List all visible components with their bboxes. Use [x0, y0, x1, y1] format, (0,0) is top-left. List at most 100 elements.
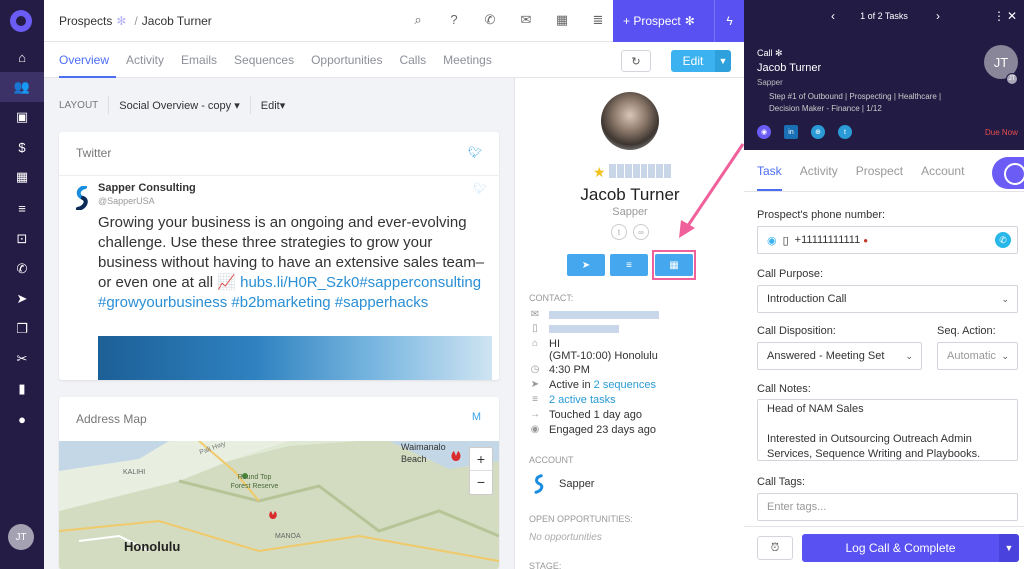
- bolt-button[interactable]: ϟ: [714, 0, 744, 42]
- map-zoom-control: + −: [469, 447, 493, 495]
- home-icon[interactable]: ⌂: [0, 42, 44, 72]
- zoom-out-button[interactable]: −: [470, 471, 492, 494]
- edit-dropdown-toggle[interactable]: ▼: [715, 50, 731, 72]
- tab-opportunities[interactable]: Opportunities: [311, 42, 389, 78]
- prospect-photo[interactable]: [601, 92, 659, 150]
- email-icon[interactable]: ✉: [517, 12, 535, 30]
- tab-account[interactable]: Account: [921, 150, 964, 191]
- tab-sequences[interactable]: Sequences: [234, 42, 301, 78]
- notes-label: Call Notes:: [757, 383, 811, 395]
- call-disposition-value: Answered - Meeting Set: [767, 350, 885, 362]
- add-prospect-button[interactable]: + Prospect ✻: [613, 0, 714, 42]
- seq-action-select[interactable]: Automatic ⌄: [937, 342, 1018, 370]
- tab-emails[interactable]: Emails: [181, 42, 224, 78]
- send-email-button[interactable]: ➤: [567, 254, 605, 276]
- contact-tasks: ≡ 2 active tasks: [529, 394, 616, 406]
- call-tags-input[interactable]: Enter tags...: [757, 493, 1018, 521]
- tasks-icon[interactable]: ≣: [589, 12, 607, 30]
- contact-local-time: ◷ 4:30 PM: [529, 364, 590, 376]
- copy-icon[interactable]: ❐: [0, 314, 44, 344]
- clock-icon: ◷: [530, 364, 540, 375]
- breadcrumb-root[interactable]: Prospects: [59, 14, 112, 28]
- twitter-icon[interactable]: t: [611, 224, 627, 240]
- tab-prospect[interactable]: Prospect: [856, 150, 903, 191]
- user-avatar[interactable]: JT: [8, 524, 34, 550]
- person-icon[interactable]: ●: [0, 404, 44, 434]
- bolt-icon: ϟ: [726, 14, 733, 28]
- link-icon[interactable]: ∞: [633, 224, 649, 240]
- tab-meetings[interactable]: Meetings: [443, 42, 499, 78]
- calendar-icon[interactable]: ▦: [553, 12, 571, 30]
- log-call-dropdown-toggle[interactable]: ▼: [999, 534, 1019, 562]
- tags-label: Call Tags:: [757, 476, 806, 488]
- send-icon[interactable]: ➤: [0, 284, 44, 314]
- tab-task[interactable]: Task: [757, 150, 782, 191]
- engaged-text: Engaged 23 days ago: [549, 424, 657, 436]
- globe-icon[interactable]: ⊕: [811, 125, 825, 139]
- radio-icon[interactable]: ◉: [767, 234, 777, 247]
- stage-label: STAGE:: [529, 561, 562, 569]
- assistant-bubble-icon[interactable]: [992, 157, 1024, 189]
- mobile-icon: ▯: [532, 323, 538, 334]
- add-task-button[interactable]: ≡: [610, 254, 648, 276]
- tweet-image[interactable]: [98, 336, 492, 380]
- redacted-phone: [549, 325, 619, 333]
- outreach-icon[interactable]: ◉: [757, 125, 771, 139]
- twitter-icon[interactable]: 🐦︎: [468, 146, 482, 159]
- phone-icon[interactable]: ✆: [481, 12, 499, 30]
- add-prospect-label: + Prospect: [623, 14, 681, 28]
- log-call-complete-button[interactable]: Log Call & Complete: [802, 534, 999, 562]
- top-actions: ⌕ ? ✆ ✉ ▦ ≣: [409, 12, 607, 30]
- zoom-in-button[interactable]: +: [470, 448, 492, 471]
- linkedin-icon[interactable]: in: [784, 125, 798, 139]
- calendar-icon[interactable]: ▦: [0, 162, 44, 192]
- help-icon[interactable]: ?: [445, 12, 463, 30]
- edit-button[interactable]: Edit: [671, 50, 715, 72]
- search-icon[interactable]: ⌕: [409, 12, 427, 30]
- twitter-icon[interactable]: t: [838, 125, 852, 139]
- chart-icon[interactable]: ▮: [0, 374, 44, 404]
- tab-overview[interactable]: Overview: [59, 42, 117, 78]
- task-prospect-name[interactable]: Jacob Turner: [757, 62, 821, 74]
- tasks-icon: ≡: [626, 259, 632, 271]
- contact-email[interactable]: ✉: [529, 309, 659, 320]
- tasks-link[interactable]: 2 active tasks: [549, 394, 616, 406]
- call-purpose-select[interactable]: Introduction Call ⌄: [757, 285, 1018, 313]
- scissors-icon[interactable]: ✂: [0, 344, 44, 374]
- star-icon[interactable]: ★: [593, 164, 606, 181]
- map[interactable]: Honolulu Round Top Forest Reserve Waiman…: [59, 440, 499, 569]
- refresh-button[interactable]: ↻: [621, 50, 651, 72]
- phone-icon[interactable]: ✆: [0, 254, 44, 284]
- tab-calls[interactable]: Calls: [399, 42, 433, 78]
- call-disposition-select[interactable]: Answered - Meeting Set ⌄: [757, 342, 922, 370]
- tasks-icon[interactable]: ≡: [0, 193, 44, 223]
- outreach-logo-icon[interactable]: [10, 10, 32, 32]
- briefcase-icon[interactable]: ▣: [0, 102, 44, 132]
- snooze-button[interactable]: ⏰︎: [757, 536, 793, 560]
- dollar-icon[interactable]: $: [0, 132, 44, 162]
- tweet-link[interactable]: hubs.li/H0R_Szk0: [240, 274, 359, 291]
- task-type: Call ✻: [757, 48, 783, 59]
- sequences-link[interactable]: 2 sequences: [594, 379, 656, 391]
- tweet-handle[interactable]: @SapperUSA: [98, 196, 155, 206]
- task-header: ‹ 1 of 2 Tasks › ⋮ ✕ Call ✻ Jacob Turner…: [744, 0, 1024, 150]
- call-icon[interactable]: ✆: [995, 232, 1011, 248]
- active-prefix: Active in: [549, 379, 591, 391]
- layout-select[interactable]: Social Overview - copy ▾: [119, 99, 239, 112]
- people-icon[interactable]: 👥: [0, 72, 44, 102]
- more-options-icon[interactable]: ⋮: [993, 9, 1005, 23]
- contact-phone[interactable]: ▯: [529, 323, 619, 334]
- phone-field[interactable]: ◉ ▯ +11111111111 ● ✆: [757, 226, 1018, 254]
- tab-activity[interactable]: Activity: [800, 150, 838, 191]
- tweet-account-name[interactable]: Sapper Consulting: [98, 182, 196, 194]
- close-icon[interactable]: ✕: [1007, 9, 1017, 23]
- layout-edit-menu[interactable]: Edit▾: [261, 99, 286, 112]
- arrow-right-icon: →: [530, 409, 540, 420]
- account-name[interactable]: Sapper: [559, 478, 594, 490]
- twitter-icon: 🐦︎: [473, 183, 487, 195]
- next-task-button[interactable]: ›: [936, 9, 940, 23]
- inbox-icon[interactable]: ⊡: [0, 224, 44, 254]
- task-footer: ⏰︎ Log Call & Complete ▼: [744, 526, 1024, 569]
- call-notes-textarea[interactable]: Head of NAM Sales Interested in Outsourc…: [757, 399, 1018, 461]
- tab-activity[interactable]: Activity: [126, 42, 171, 78]
